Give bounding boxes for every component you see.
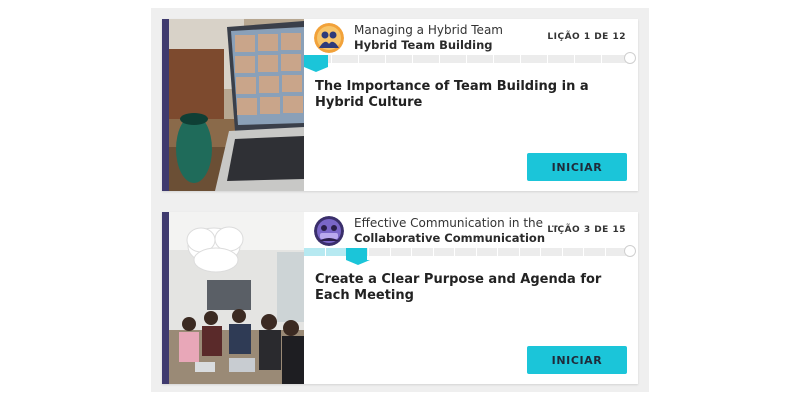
course-avatar-icon (314, 23, 344, 53)
lesson-counter: LIÇÃO 1 DE 12 (547, 32, 626, 42)
lesson-title: The Importance of Team Building in a Hyb… (315, 79, 589, 110)
current-lesson-marker (346, 248, 370, 265)
lesson-progress-bar (304, 245, 638, 265)
module-name: Hybrid Team Building (354, 38, 493, 52)
module-name: Collaborative Communication (354, 231, 546, 245)
course-name: Effective Communication in the Work... (354, 216, 564, 230)
lesson-progress-bar (304, 52, 638, 72)
lesson-thumbnail (169, 212, 304, 384)
start-lesson-button[interactable]: INICIAR (527, 346, 627, 374)
current-lesson-marker (304, 55, 328, 72)
start-lesson-button[interactable]: INICIAR (527, 153, 627, 181)
lesson-card: Managing a Hybrid Team Hybrid Team Build… (162, 19, 638, 191)
lesson-card: Effective Communication in the Work... C… (162, 212, 638, 384)
card-accent-bar (162, 19, 169, 191)
card-accent-bar (162, 212, 169, 384)
course-name: Managing a Hybrid Team (354, 23, 503, 37)
lesson-title: Create a Clear Purpose and Agenda for Ea… (315, 272, 602, 303)
lesson-thumbnail (169, 19, 304, 191)
finish-marker-icon (624, 52, 636, 64)
course-avatar-icon (314, 216, 344, 246)
lesson-counter: LIÇÃO 3 DE 15 (547, 225, 626, 235)
finish-marker-icon (624, 245, 636, 257)
